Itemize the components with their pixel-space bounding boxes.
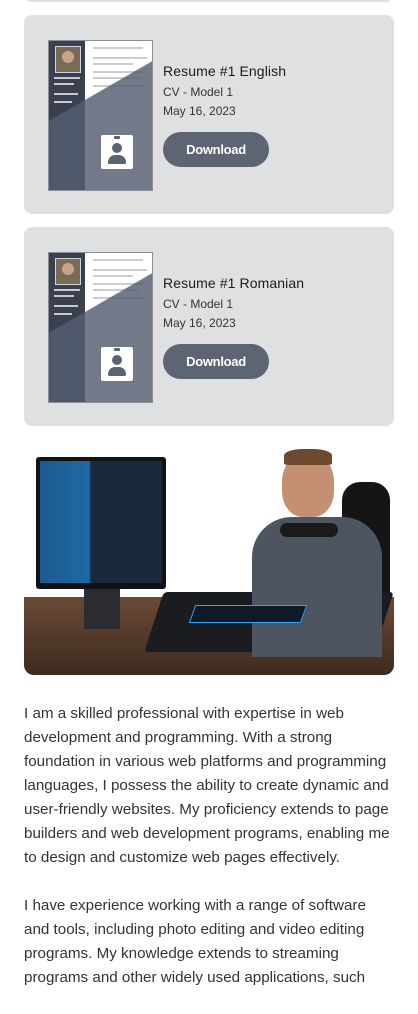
id-badge-icon bbox=[101, 347, 133, 381]
about-text: I am a skilled professional with experti… bbox=[24, 702, 394, 1014]
developer-photo bbox=[24, 447, 394, 675]
resume-title[interactable]: Resume #1 English bbox=[163, 63, 286, 79]
resume-model: CV - Model 1 bbox=[163, 297, 234, 311]
download-button[interactable]: Download bbox=[163, 132, 269, 167]
person-hair bbox=[284, 449, 332, 465]
resume-date: May 16, 2023 bbox=[163, 104, 236, 118]
resume-date: May 16, 2023 bbox=[163, 316, 236, 330]
download-button[interactable]: Download bbox=[163, 344, 269, 379]
monitor-screen bbox=[40, 461, 162, 583]
id-badge-icon bbox=[101, 135, 133, 169]
keyboard bbox=[188, 605, 308, 623]
monitor-stand bbox=[84, 589, 120, 629]
resume-title[interactable]: Resume #1 Romanian bbox=[163, 275, 304, 291]
about-paragraph-1: I am a skilled professional with experti… bbox=[24, 705, 390, 866]
headset bbox=[280, 523, 338, 537]
resume-thumbnail[interactable] bbox=[48, 252, 153, 403]
resume-card-english: Resume #1 English CV - Model 1 May 16, 2… bbox=[24, 15, 394, 214]
resume-model: CV - Model 1 bbox=[163, 85, 234, 99]
resume-thumbnail[interactable] bbox=[48, 40, 153, 191]
resume-card-romanian: Resume #1 Romanian CV - Model 1 May 16, … bbox=[24, 227, 394, 426]
previous-card-edge bbox=[24, 0, 394, 2]
person-shirt bbox=[252, 517, 382, 657]
resume-info: Resume #1 English CV - Model 1 May 16, 2… bbox=[163, 63, 286, 123]
about-paragraph-2: I have experience working with a range o… bbox=[24, 897, 366, 986]
resume-info: Resume #1 Romanian CV - Model 1 May 16, … bbox=[163, 275, 304, 335]
